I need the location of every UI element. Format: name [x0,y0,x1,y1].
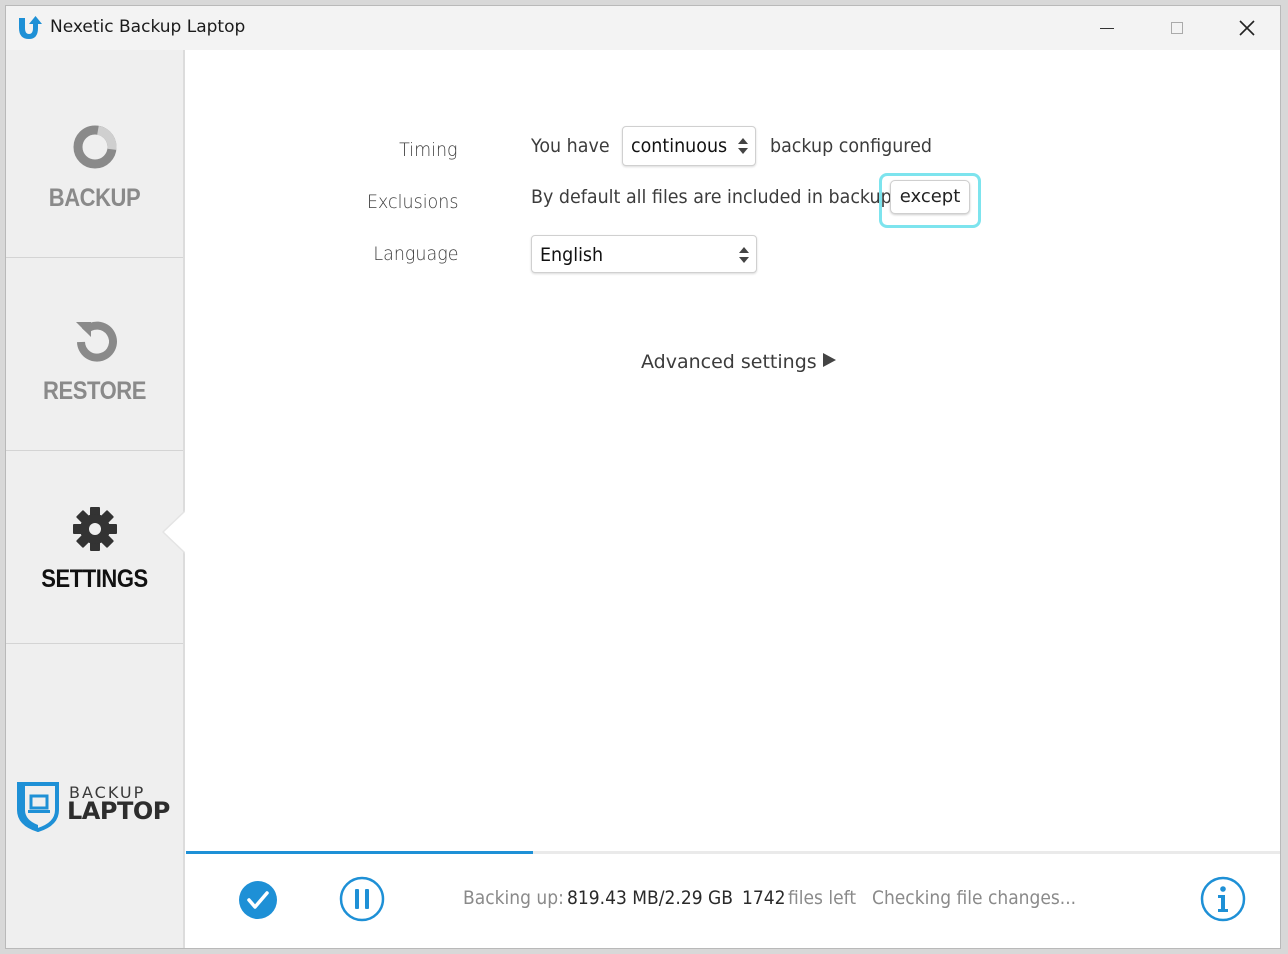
sidebar-item-label: BACKUP [48,184,141,212]
info-icon[interactable] [1200,876,1246,922]
check-circle-icon [239,881,277,919]
timing-select-value: continuous [631,135,728,157]
files-left-count: 1742 [742,887,786,909]
laptop-shield-icon [17,782,59,832]
pause-icon[interactable] [339,876,385,922]
exclusions-label: Exclusions [366,191,458,213]
status-bar: Backing up: 819.43 MB/2.29 GB 1742 files… [186,851,1280,948]
status-message: Checking file changes... [872,887,1077,909]
app-window: Nexetic Backup Laptop BACKUP RESTORE SET… [5,5,1281,949]
brand-logo: BACKUP LAPTOP [16,780,181,840]
select-arrows-icon [739,247,749,263]
sidebar-item-backup[interactable]: BACKUP [6,66,183,258]
timing-suffix: backup configured [770,135,932,157]
minimize-button[interactable] [1072,6,1142,50]
maximize-icon [1171,22,1183,34]
maximize-button[interactable] [1142,6,1212,50]
files-left-label: files left [788,887,857,909]
sidebar-item-restore[interactable]: RESTORE [6,259,183,451]
language-label: Language [372,243,458,265]
progress-bar [186,851,1280,854]
brand-text-bottom: LAPTOP [67,797,170,825]
close-button[interactable] [1212,6,1280,50]
window-title: Nexetic Backup Laptop [50,17,246,37]
exclusions-text: By default all files are included in bac… [531,186,892,208]
sidebar-item-settings[interactable]: SETTINGS [6,452,183,644]
advanced-settings-toggle[interactable]: Advanced settings [641,351,836,373]
app-logo-icon [19,16,42,39]
active-pointer [164,512,185,552]
select-arrows-icon [738,138,748,154]
progress-fill [186,851,534,854]
except-button[interactable]: except [890,180,970,214]
timing-label: Timing [399,139,458,161]
expand-arrow-icon [822,353,836,367]
language-select[interactable]: English [531,235,757,273]
backup-size: 819.43 MB/2.29 GB [567,887,734,909]
timing-prefix: You have [531,135,610,157]
language-select-value: English [540,244,604,266]
minimize-icon [1100,27,1114,29]
close-icon [1239,20,1255,36]
timing-select[interactable]: continuous [622,126,756,166]
advanced-settings-label: Advanced settings [641,351,817,373]
sidebar: BACKUP RESTORE SETTINGS BACKUP LAPTOP [6,50,185,948]
title-bar[interactable]: Nexetic Backup Laptop [6,6,1280,50]
sidebar-item-label: RESTORE [43,377,146,405]
restore-arrow-icon [76,321,117,362]
gear-icon [73,507,117,551]
backing-up-label: Backing up: [463,887,564,909]
settings-panel: Timing You have continuous backup config… [186,50,1280,850]
backup-ring-icon [73,125,117,169]
sidebar-item-label: SETTINGS [41,565,148,593]
